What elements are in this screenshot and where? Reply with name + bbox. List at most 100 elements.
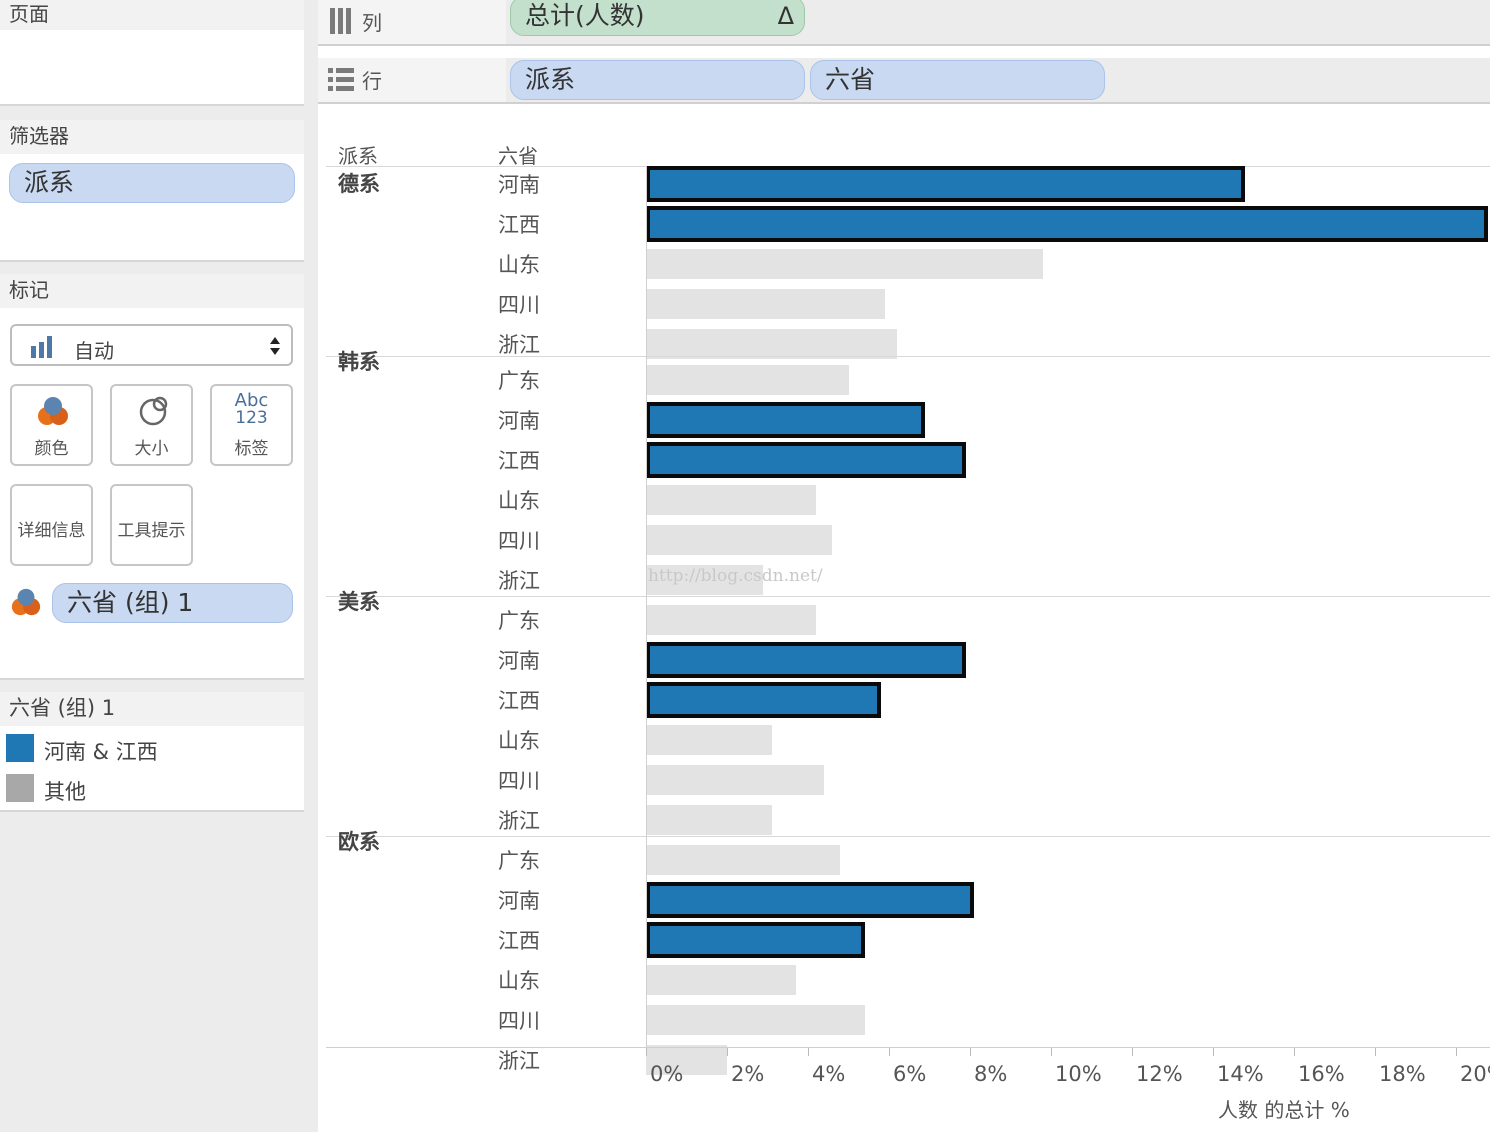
color-icon <box>36 394 70 432</box>
bar[interactable] <box>646 485 817 515</box>
bar[interactable] <box>646 682 881 718</box>
updown-arrow-icon <box>269 334 281 362</box>
legend-label-henan-jiangxi: 河南 & 江西 <box>44 740 158 764</box>
size-caption: 大小 <box>134 439 169 459</box>
tick-mark <box>1051 1048 1052 1056</box>
marks-title: 标记 <box>0 274 304 308</box>
rows-shelf[interactable]: 行 派系 六省 <box>318 58 1490 104</box>
province-label: 广东 <box>498 849 540 873</box>
header-faction: 派系 <box>338 144 378 168</box>
label-button[interactable]: Abc 123 标签 <box>210 384 293 466</box>
tick-label: 4% <box>812 1062 846 1086</box>
bar[interactable] <box>646 922 865 958</box>
bar[interactable] <box>646 442 966 478</box>
columns-shelf[interactable]: 列 总计(人数) Δ <box>318 0 1490 46</box>
label-caption: 标签 <box>234 439 269 459</box>
bar[interactable] <box>646 765 825 795</box>
bar[interactable] <box>646 642 966 678</box>
province-label: 浙江 <box>498 569 540 593</box>
legend-swatch-other <box>6 774 34 802</box>
color-field-pill[interactable]: 六省 (组) 1 <box>52 583 293 623</box>
rows-pill-faction[interactable]: 派系 <box>510 60 805 100</box>
side-panel: 页面 筛选器 派系 标记 自动 颜色 大小 Abc 123 标签 详细信息 工具… <box>0 0 318 1132</box>
province-label: 河南 <box>498 409 540 433</box>
columns-pill-total[interactable]: 总计(人数) Δ <box>510 0 805 36</box>
group-separator <box>326 356 1490 357</box>
color-button[interactable]: 颜色 <box>10 384 93 466</box>
province-label: 河南 <box>498 889 540 913</box>
bar[interactable] <box>646 525 833 555</box>
bar[interactable] <box>646 965 796 995</box>
group-label: 德系 <box>338 172 380 196</box>
province-label: 浙江 <box>498 809 540 833</box>
chart-view: 派系 六省 德系 河南 江西 山东 四川 浙江 韩系 广东 河南 江西 山东 四川 浙江 美系 广东 河南 江西… <box>318 118 1490 1132</box>
group-separator <box>326 596 1490 597</box>
rows-label: 行 <box>362 69 382 93</box>
tick-label: 6% <box>893 1062 927 1086</box>
detail-caption: 详细信息 <box>17 521 86 541</box>
tick-label: 14% <box>1217 1062 1264 1086</box>
rows-pill-province[interactable]: 六省 <box>810 60 1105 100</box>
tooltip-caption: 工具提示 <box>117 521 186 541</box>
tick-mark <box>889 1048 890 1056</box>
tick-mark <box>1456 1048 1457 1056</box>
province-label: 河南 <box>498 649 540 673</box>
bar[interactable] <box>646 206 1489 242</box>
tick-mark <box>1294 1048 1295 1056</box>
bar[interactable] <box>646 725 772 755</box>
group-label: 欧系 <box>338 830 380 854</box>
axis-title: 人数 的总计 % <box>1218 1098 1350 1122</box>
tick-mark <box>1132 1048 1133 1056</box>
bar[interactable] <box>646 365 849 395</box>
axis-line <box>326 1047 1490 1048</box>
size-button[interactable]: 大小 <box>110 384 193 466</box>
bar[interactable] <box>646 166 1246 202</box>
bar[interactable] <box>646 329 898 359</box>
columns-icon <box>330 8 352 38</box>
tick-label: 18% <box>1379 1062 1426 1086</box>
filter-pill-faction[interactable]: 派系 <box>9 163 295 203</box>
bar-chart-icon <box>30 336 56 358</box>
header-province: 六省 <box>498 144 538 168</box>
pages-card: 页面 <box>0 0 304 106</box>
province-label: 江西 <box>498 449 540 473</box>
tick-mark <box>1213 1048 1214 1056</box>
tick-label: 20% <box>1460 1062 1490 1086</box>
mark-type-select[interactable]: 自动 <box>10 324 293 366</box>
bar[interactable] <box>646 402 926 438</box>
tick-mark <box>808 1048 809 1056</box>
legend-label-other: 其他 <box>44 780 86 804</box>
province-label: 浙江 <box>498 1049 540 1073</box>
detail-button[interactable]: 详细信息 <box>10 484 93 566</box>
tick-label: 16% <box>1298 1062 1345 1086</box>
watermark: http://blog.csdn.net/ <box>648 566 823 586</box>
province-label: 广东 <box>498 609 540 633</box>
bar[interactable] <box>646 805 772 835</box>
tick-mark <box>727 1048 728 1056</box>
bar[interactable] <box>646 845 841 875</box>
province-label: 山东 <box>498 729 540 753</box>
province-label: 山东 <box>498 969 540 993</box>
columns-label: 列 <box>362 11 382 35</box>
bar[interactable] <box>646 882 975 918</box>
tick-label: 0% <box>650 1062 684 1086</box>
delta-icon: Δ <box>777 2 794 30</box>
rows-icon <box>328 68 354 96</box>
province-label: 四川 <box>498 529 540 553</box>
zero-line <box>646 166 647 1048</box>
bar[interactable] <box>646 249 1043 279</box>
pages-title: 页面 <box>0 0 304 30</box>
bar[interactable] <box>646 605 817 635</box>
bar[interactable] <box>646 289 885 319</box>
bar[interactable] <box>646 1005 865 1035</box>
color-encoding-icon <box>10 586 42 622</box>
province-label: 四川 <box>498 293 540 317</box>
province-label: 河南 <box>498 173 540 197</box>
group-separator <box>326 836 1490 837</box>
tooltip-button[interactable]: 工具提示 <box>110 484 193 566</box>
tick-label: 8% <box>974 1062 1008 1086</box>
province-label: 广东 <box>498 369 540 393</box>
province-label: 四川 <box>498 1009 540 1033</box>
tick-mark <box>646 1048 647 1056</box>
province-label: 江西 <box>498 929 540 953</box>
